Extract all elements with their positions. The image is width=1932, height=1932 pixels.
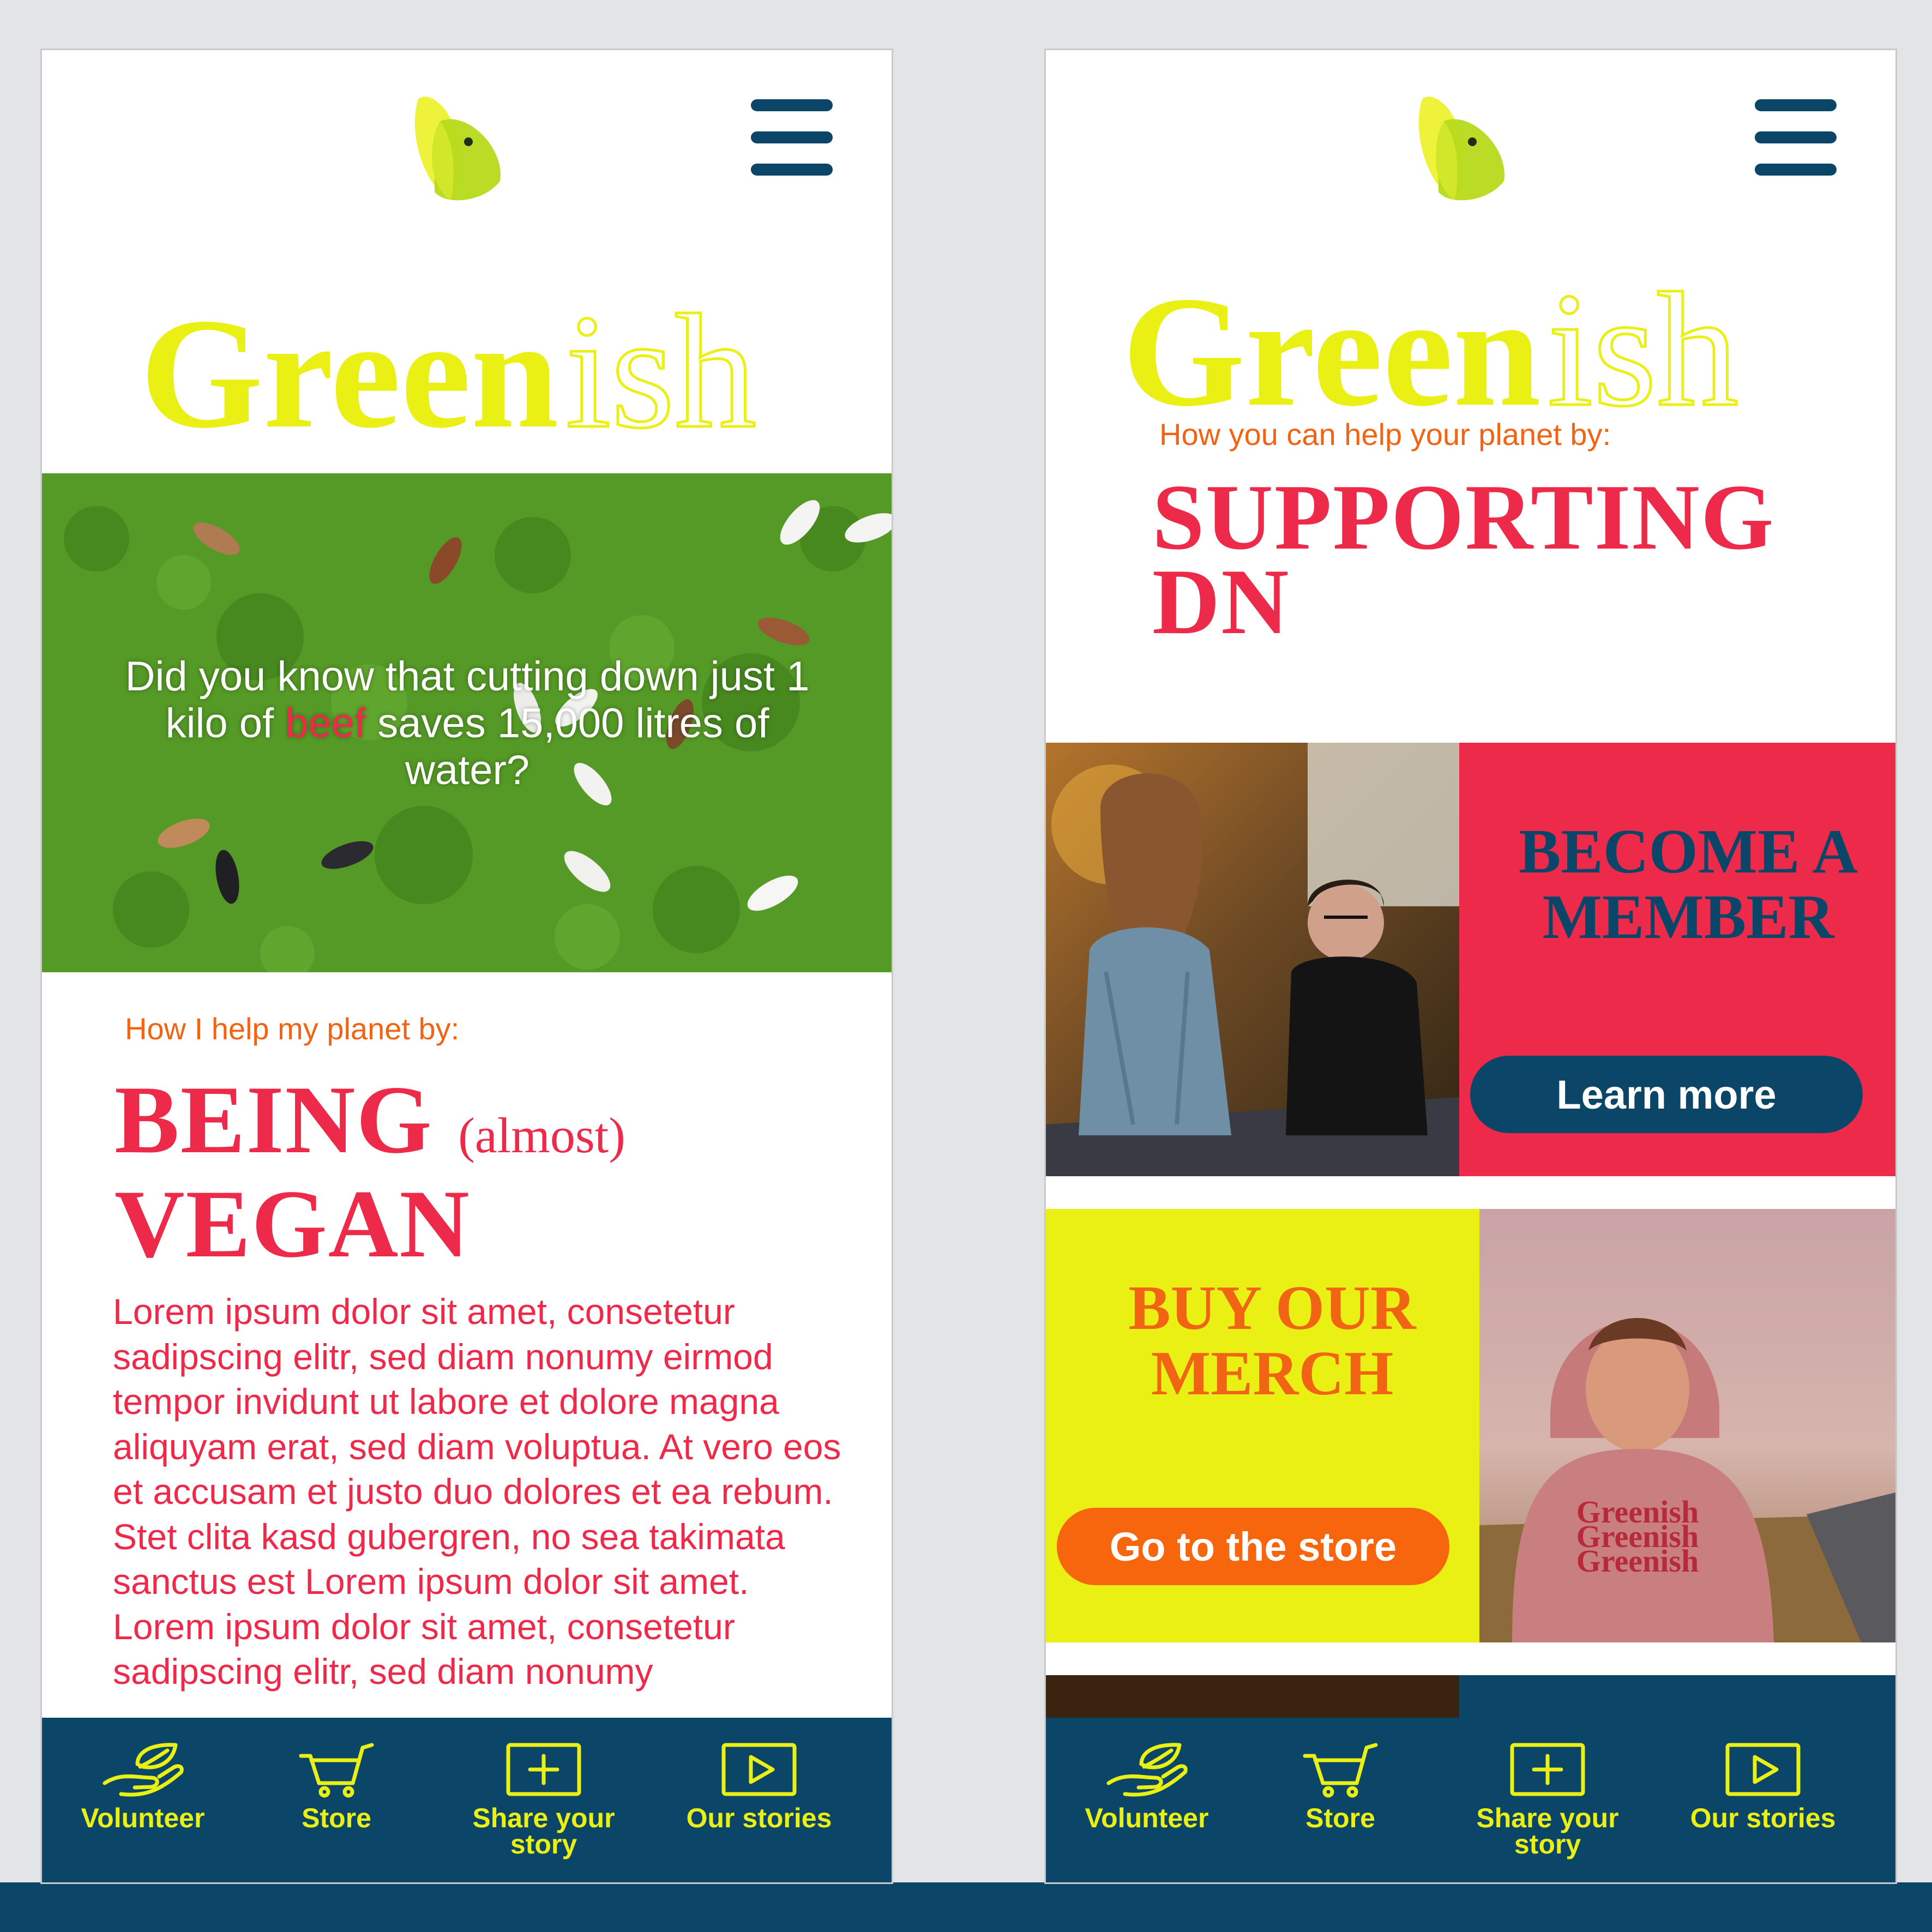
plus-square-icon (1510, 1743, 1585, 1796)
section-kicker: How you can help your planet by: (1159, 417, 1611, 452)
hand-leaf-icon (103, 1743, 184, 1797)
greenish-logo-icon (414, 97, 501, 201)
tab-store[interactable]: Store (255, 1718, 418, 1882)
tab-store[interactable]: Store (1259, 1718, 1422, 1882)
bottom-strip (0, 1882, 1932, 1932)
svg-text:ish: ish (1548, 259, 1738, 440)
phone-screen-being-vegan: Green ish Did you know that cutting down… (42, 50, 892, 1882)
member-card: BECOME A MEMBER Learn more (1459, 743, 1895, 1176)
tab-share-your-story[interactable]: Share your story (1460, 1718, 1635, 1882)
svg-text:Greenish: Greenish (1576, 1543, 1699, 1579)
next-card-photo-peek (1046, 1675, 1459, 1719)
section-kicker: How I help my planet by: (125, 1012, 460, 1046)
next-card-peek (1459, 1675, 1895, 1719)
merch-photo: Greenish Greenish Greenish (1479, 1209, 1895, 1642)
merch-card-title: BUY OUR MERCH (1128, 1273, 1416, 1409)
go-to-store-button[interactable]: Go to the store (1057, 1508, 1449, 1585)
svg-text:Green: Green (1122, 264, 1541, 439)
phone-screen-supporting: Green ish How you can help your planet b… (1046, 50, 1895, 1882)
member-photo (1046, 743, 1459, 1176)
bottom-tab-bar: Volunteer Store Share your story Our sto… (42, 1718, 892, 1882)
tab-our-stories[interactable]: Our stories (1673, 1718, 1853, 1882)
play-icon (721, 1743, 797, 1796)
bottom-tab-bar: Volunteer Store Share your story Our sto… (1046, 1718, 1895, 1882)
section-title: BEING (almost) VEGAN (115, 1066, 625, 1278)
member-card-title: BECOME A MEMBER (1519, 817, 1858, 952)
svg-text:Green: Green (140, 286, 559, 461)
tab-volunteer[interactable]: Volunteer (58, 1718, 227, 1882)
learn-more-button[interactable]: Learn more (1470, 1056, 1863, 1133)
tab-our-stories[interactable]: Our stories (669, 1718, 849, 1882)
tab-share-your-story[interactable]: Share your story (456, 1718, 631, 1882)
hand-leaf-icon (1106, 1743, 1188, 1797)
body-paragraph: Lorem ipsum dolor sit amet, consetetur s… (113, 1291, 841, 1692)
merch-card: BUY OUR MERCH Go to the store (1046, 1209, 1479, 1642)
cart-icon (1303, 1743, 1378, 1798)
greenish-wordmark: Green ish (140, 280, 758, 464)
hero-image-cows: Did you know that cutting down just 1 ki… (42, 473, 892, 972)
play-icon (1725, 1743, 1801, 1796)
title-aside: (almost) (458, 1108, 625, 1163)
hamburger-menu-icon[interactable] (751, 99, 833, 176)
hamburger-menu-icon[interactable] (1755, 99, 1837, 176)
section-title: SUPPORTING DN (1152, 466, 1775, 654)
plus-square-icon (506, 1743, 581, 1796)
highlight-beef: beef (285, 700, 366, 747)
svg-text:ish: ish (565, 281, 756, 462)
hero-fact-text: Did you know that cutting down just 1 ki… (125, 653, 810, 793)
tab-volunteer[interactable]: Volunteer (1062, 1718, 1231, 1882)
cart-icon (299, 1743, 374, 1798)
greenish-logo-icon (1418, 97, 1504, 201)
